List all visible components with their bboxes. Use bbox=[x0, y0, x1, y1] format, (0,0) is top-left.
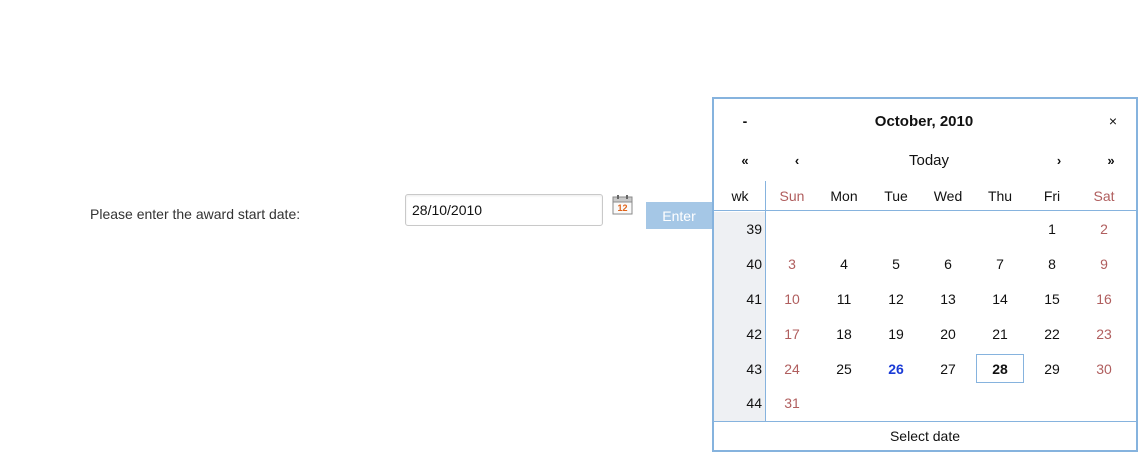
prev-month-button[interactable]: ‹ bbox=[782, 145, 812, 176]
weekday-header-sun: Sun bbox=[779, 187, 805, 204]
calendar-week-row: 43 24 25 26 27 28 29 30 bbox=[714, 351, 1136, 386]
empty-day-cell bbox=[1026, 386, 1078, 421]
next-year-button[interactable]: » bbox=[1096, 145, 1126, 176]
week-number: 43 bbox=[746, 360, 762, 377]
calendar-week-row: 39 1 2 bbox=[714, 212, 1136, 247]
weekday-header-mon: Mon bbox=[830, 187, 858, 204]
day-cell-11[interactable]: 11 bbox=[818, 282, 870, 317]
calendar-title-row: - October, 2010 × bbox=[714, 103, 1136, 139]
svg-text:12: 12 bbox=[617, 203, 627, 213]
next-month-button[interactable]: › bbox=[1044, 145, 1074, 176]
day-cell-2[interactable]: 2 bbox=[1078, 212, 1130, 247]
weekday-header-tue: Tue bbox=[884, 187, 908, 204]
calendar-month-title: October, 2010 bbox=[874, 112, 974, 130]
weekday-header-wed: Wed bbox=[933, 187, 963, 204]
day-cell-3[interactable]: 3 bbox=[766, 247, 818, 282]
day-cell-9[interactable]: 9 bbox=[1078, 247, 1130, 282]
date-entry-form: Please enter the award start date: 12 En… bbox=[0, 192, 712, 232]
empty-day-cell bbox=[766, 212, 818, 247]
day-cell-17[interactable]: 17 bbox=[766, 316, 818, 351]
day-cell-4[interactable]: 4 bbox=[818, 247, 870, 282]
week-number: 42 bbox=[746, 325, 762, 342]
week-number: 40 bbox=[746, 256, 762, 273]
calendar-icon[interactable]: 12 bbox=[612, 194, 634, 215]
calendar-close-button[interactable]: × bbox=[1098, 103, 1128, 139]
day-cell-28[interactable]: 28 bbox=[976, 354, 1024, 383]
calendar-nav-row: « ‹ Today › » bbox=[714, 145, 1136, 176]
prev-year-button[interactable]: « bbox=[730, 145, 760, 176]
empty-day-cell bbox=[870, 386, 922, 421]
day-cell-5[interactable]: 5 bbox=[870, 247, 922, 282]
day-cell-13[interactable]: 13 bbox=[922, 282, 974, 317]
week-number: 41 bbox=[746, 290, 762, 307]
enter-button[interactable]: Enter bbox=[646, 202, 712, 229]
day-cell-22[interactable]: 22 bbox=[1026, 316, 1078, 351]
day-cell-15[interactable]: 15 bbox=[1026, 282, 1078, 317]
calendar-week-row: 40 3 4 5 6 7 8 9 bbox=[714, 247, 1136, 282]
day-cell-1[interactable]: 1 bbox=[1026, 212, 1078, 247]
empty-day-cell bbox=[922, 212, 974, 247]
day-cell-24[interactable]: 24 bbox=[766, 351, 818, 386]
week-number: 39 bbox=[746, 221, 762, 238]
today-button[interactable]: Today bbox=[864, 145, 994, 176]
day-cell-30[interactable]: 30 bbox=[1078, 351, 1130, 386]
day-cell-6[interactable]: 6 bbox=[922, 247, 974, 282]
weekday-header-thu: Thu bbox=[987, 187, 1013, 204]
date-prompt-label: Please enter the award start date: bbox=[90, 206, 301, 222]
empty-day-cell bbox=[974, 386, 1026, 421]
empty-day-cell bbox=[1078, 386, 1130, 421]
empty-day-cell bbox=[870, 212, 922, 247]
empty-day-cell bbox=[818, 386, 870, 421]
day-cell-31[interactable]: 31 bbox=[766, 386, 818, 421]
calendar-popup: - October, 2010 × « ‹ Today › » wk Sun M… bbox=[712, 97, 1138, 452]
day-cell-18[interactable]: 18 bbox=[818, 316, 870, 351]
weekday-header-sat: Sat bbox=[1093, 187, 1115, 204]
calendar-footer: Select date bbox=[714, 421, 1136, 450]
day-cell-20[interactable]: 20 bbox=[922, 316, 974, 351]
day-cell-29[interactable]: 29 bbox=[1026, 351, 1078, 386]
empty-day-cell bbox=[922, 386, 974, 421]
day-cell-10[interactable]: 10 bbox=[766, 282, 818, 317]
day-cell-12[interactable]: 12 bbox=[870, 282, 922, 317]
calendar-week-row: 42 17 18 19 20 21 22 23 bbox=[714, 316, 1136, 351]
week-number: 44 bbox=[746, 395, 762, 412]
day-cell-26[interactable]: 26 bbox=[870, 351, 922, 386]
day-cell-25[interactable]: 25 bbox=[818, 351, 870, 386]
calendar-week-row: 41 10 11 12 13 14 15 16 bbox=[714, 282, 1136, 317]
empty-day-cell bbox=[974, 212, 1026, 247]
day-cell-14[interactable]: 14 bbox=[974, 282, 1026, 317]
day-cell-21[interactable]: 21 bbox=[974, 316, 1026, 351]
day-cell-8[interactable]: 8 bbox=[1026, 247, 1078, 282]
day-cell-23[interactable]: 23 bbox=[1078, 316, 1130, 351]
day-cell-16[interactable]: 16 bbox=[1078, 282, 1130, 317]
weekday-header-row: wk Sun Mon Tue Wed Thu Fri Sat bbox=[714, 181, 1136, 211]
wk-header: wk bbox=[731, 187, 749, 204]
calendar-minus-button[interactable]: - bbox=[730, 103, 760, 139]
weekday-header-fri: Fri bbox=[1043, 187, 1061, 204]
calendar-week-row: 44 31 bbox=[714, 386, 1136, 421]
empty-day-cell bbox=[818, 212, 870, 247]
day-cell-7[interactable]: 7 bbox=[974, 247, 1026, 282]
day-cell-19[interactable]: 19 bbox=[870, 316, 922, 351]
date-input[interactable] bbox=[405, 194, 603, 226]
day-cell-27[interactable]: 27 bbox=[922, 351, 974, 386]
